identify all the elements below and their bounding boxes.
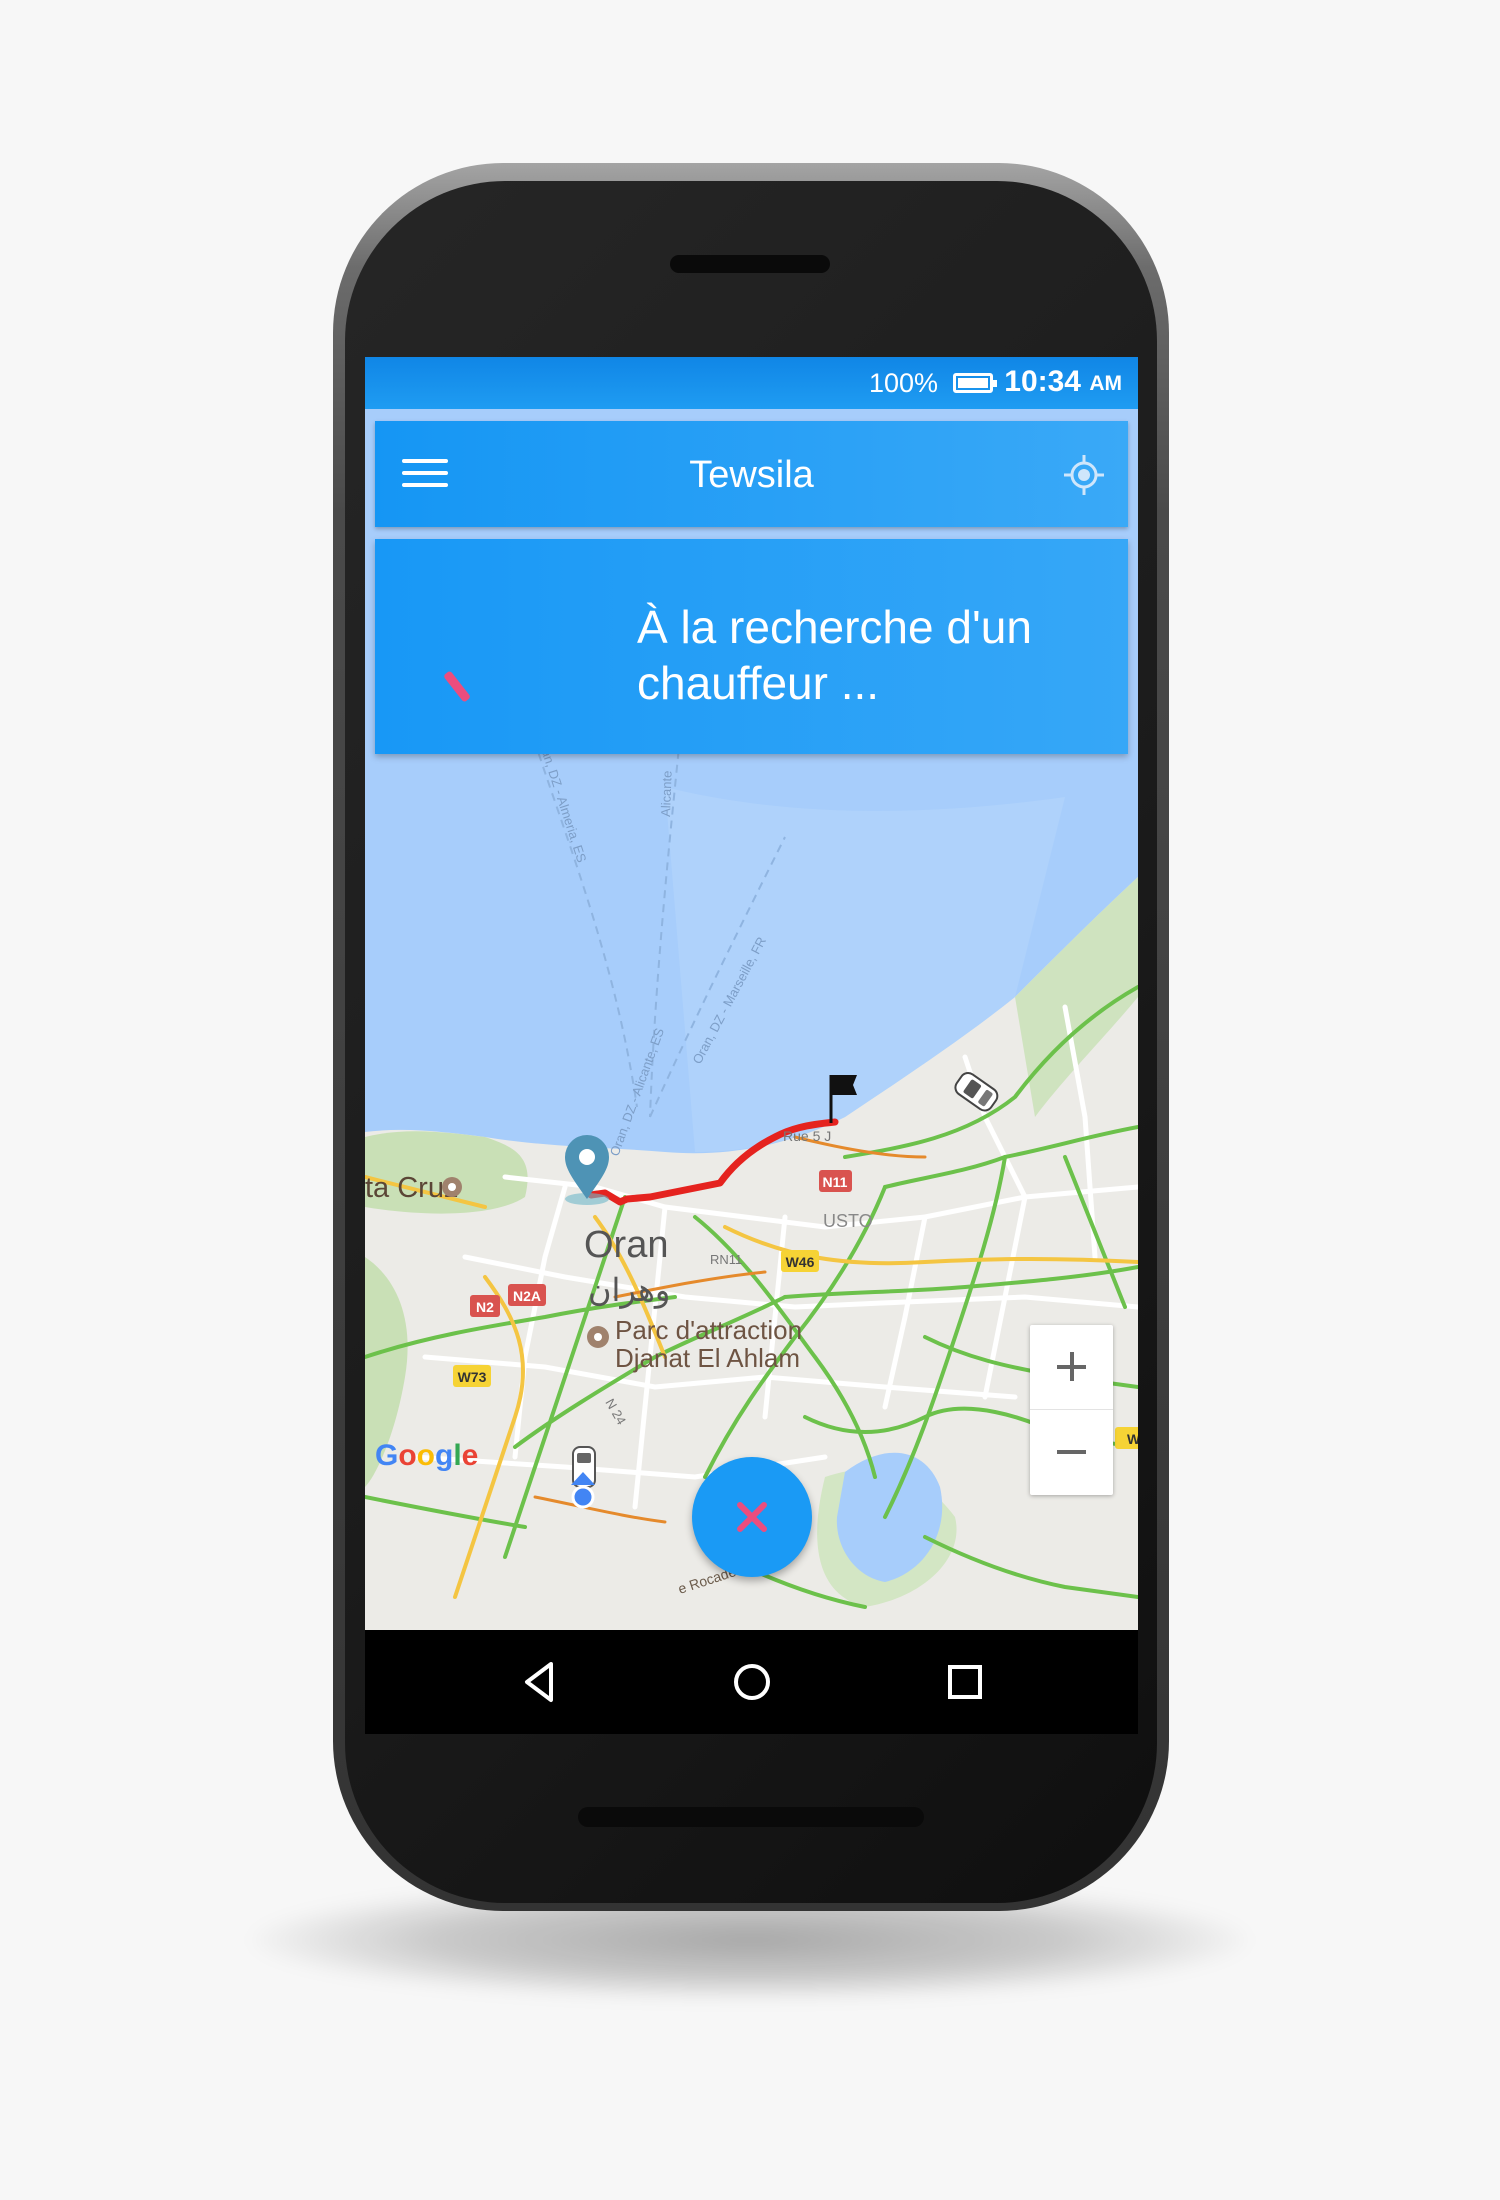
- earpiece-speaker: [670, 255, 830, 273]
- svg-text:N11: N11: [823, 1174, 848, 1190]
- svg-text:Google: Google: [375, 1439, 478, 1472]
- map-label-rn11: RN11: [710, 1252, 742, 1267]
- map-label-park-2: Djanat El Ahlam: [615, 1343, 800, 1373]
- my-location-icon[interactable]: [1060, 451, 1108, 499]
- map-label-ferry-2: Alicante: [658, 770, 675, 817]
- loading-spinner-icon: [442, 670, 472, 703]
- map-label-park-1: Parc d'attraction: [615, 1315, 802, 1345]
- system-nav-bar: [365, 1630, 1138, 1734]
- phone-screen: ta Cruz Oran وهران Parc d'attraction Dja…: [365, 357, 1138, 1734]
- recent-apps-icon: [948, 1665, 982, 1699]
- road-badge-n2: N2: [470, 1295, 500, 1317]
- map-label-rue: Rue 5 J: [783, 1128, 831, 1144]
- amusement-park-icon: [587, 1326, 609, 1348]
- road-badge-n11: N11: [819, 1170, 852, 1192]
- map-label-oran: Oran: [584, 1224, 668, 1266]
- battery-icon: [953, 373, 997, 393]
- road-badge-w3: W3: [1115, 1427, 1138, 1449]
- battery-percent: 100%: [868, 368, 938, 398]
- zoom-in-button[interactable]: [1030, 1325, 1113, 1410]
- searching-driver-card: À la recherche d'un chauffeur ...: [375, 539, 1128, 754]
- svg-text:N2: N2: [476, 1299, 494, 1315]
- google-logo: Google: [375, 1439, 478, 1472]
- svg-text:N2A: N2A: [513, 1288, 541, 1304]
- recent-apps-button[interactable]: [905, 1630, 1025, 1734]
- searching-driver-text: À la recherche d'un chauffeur ...: [637, 601, 1032, 709]
- road-badge-w73: W73: [453, 1365, 491, 1387]
- landmark-icon: [442, 1177, 462, 1197]
- svg-text:W73: W73: [458, 1369, 487, 1385]
- cancel-ride-button[interactable]: [692, 1457, 812, 1577]
- map-label-usto: USTO: [823, 1211, 873, 1231]
- zoom-controls: [1030, 1325, 1113, 1495]
- map-label-oran-ar: وهران: [588, 1272, 670, 1309]
- home-button[interactable]: [692, 1630, 812, 1734]
- minus-icon: [1057, 1450, 1086, 1454]
- bottom-speaker: [578, 1807, 924, 1827]
- close-icon: [737, 1502, 767, 1532]
- zoom-out-button[interactable]: [1030, 1410, 1113, 1494]
- status-bar: 100% 10:34 AM: [365, 357, 1138, 409]
- svg-text:W46: W46: [786, 1254, 815, 1270]
- clock-time: 10:34: [1004, 365, 1081, 398]
- road-badge-n2a: N2A: [508, 1284, 546, 1306]
- app-bar: Tewsila: [375, 421, 1128, 527]
- svg-text:W3: W3: [1127, 1431, 1138, 1447]
- back-button[interactable]: [481, 1630, 601, 1734]
- plus-icon-vertical: [1070, 1352, 1074, 1381]
- home-icon: [734, 1664, 770, 1700]
- road-badge-w46: W46: [781, 1250, 819, 1272]
- app-title: Tewsila: [689, 454, 814, 496]
- clock-ampm: AM: [1089, 372, 1122, 395]
- back-icon: [525, 1662, 553, 1702]
